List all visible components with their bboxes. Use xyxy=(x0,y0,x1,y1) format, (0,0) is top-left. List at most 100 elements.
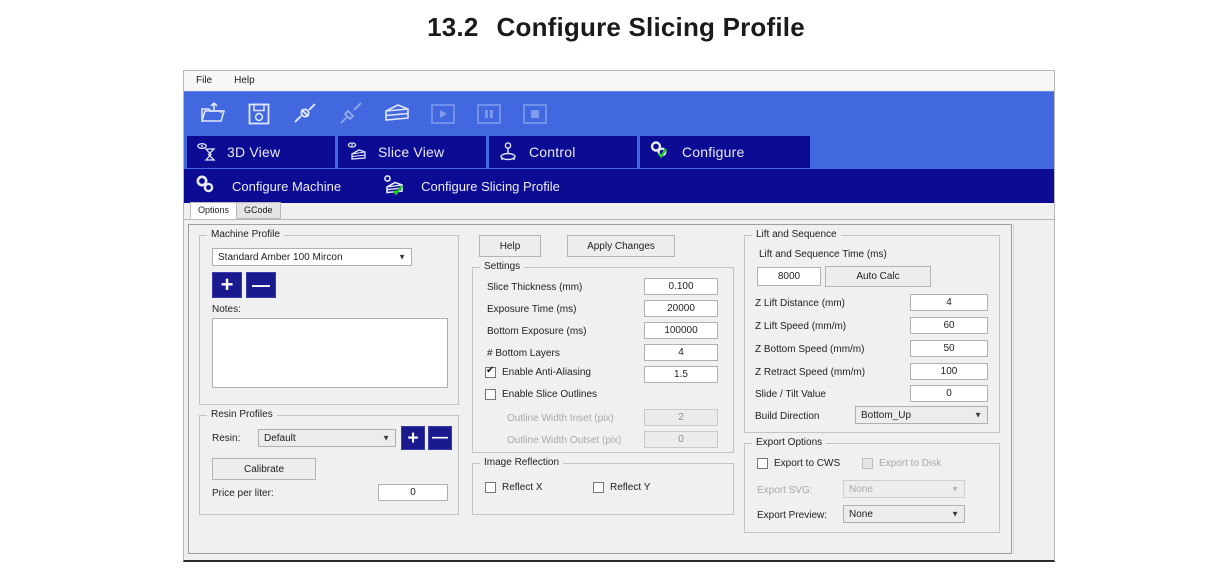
enable-anti-aliasing-checkbox[interactable]: Enable Anti-Aliasing xyxy=(485,365,591,378)
machine-profile-title: Machine Profile xyxy=(207,229,284,240)
bottom-exposure-label: Bottom Exposure (ms) xyxy=(487,326,587,337)
notes-textarea[interactable] xyxy=(212,318,448,388)
machine-profile-select[interactable]: Standard Amber 100 Mircon ▼ xyxy=(212,248,412,266)
apply-changes-button[interactable]: Apply Changes xyxy=(567,235,675,257)
remove-machine-profile-button[interactable]: — xyxy=(246,272,276,298)
checkbox-box xyxy=(485,389,496,400)
exposure-time-input[interactable]: 20000 xyxy=(644,300,718,317)
export-to-disk-checkbox: Export to Disk xyxy=(862,458,941,469)
play-icon[interactable] xyxy=(422,95,464,133)
application-window: File Help 3D View Slice View Control Con… xyxy=(183,70,1055,562)
export-options-title: Export Options xyxy=(752,437,827,448)
lift-sequence-time-input[interactable]: 8000 xyxy=(757,267,821,286)
tab-slice-view[interactable]: Slice View xyxy=(338,136,486,168)
slide-tilt-value-label: Slide / Tilt Value xyxy=(755,389,826,400)
3d-view-icon xyxy=(197,143,216,161)
bottom-layers-value: 4 xyxy=(678,347,684,358)
bottom-exposure-input[interactable]: 100000 xyxy=(644,322,718,339)
z-lift-speed-input[interactable]: 60 xyxy=(910,317,988,334)
checkbox-box xyxy=(757,458,768,469)
export-svg-value: None xyxy=(849,483,873,495)
slide-tilt-value: 0 xyxy=(946,388,952,399)
anti-aliasing-value: 1.5 xyxy=(674,369,688,380)
tab-control-label: Control xyxy=(529,144,576,160)
resin-select[interactable]: Default ▼ xyxy=(258,429,396,447)
subnav-configure-slicing-profile[interactable]: Configure Slicing Profile xyxy=(381,174,594,198)
reflect-x-label: Reflect X xyxy=(502,482,543,493)
subnav-configure-slicing-profile-label: Configure Slicing Profile xyxy=(421,178,560,194)
resin-profiles-title: Resin Profiles xyxy=(207,409,277,420)
add-resin-button[interactable]: + xyxy=(401,426,425,450)
open-folder-icon[interactable] xyxy=(192,95,234,133)
plug-connect-icon[interactable] xyxy=(284,95,326,133)
bottom-layers-input[interactable]: 4 xyxy=(644,344,718,361)
price-per-liter-input[interactable]: 0 xyxy=(378,484,448,501)
menu-item-file[interactable]: File xyxy=(196,75,212,86)
stop-icon[interactable] xyxy=(514,95,556,133)
export-to-cws-checkbox[interactable]: Export to CWS xyxy=(757,458,840,469)
chevron-down-icon: ▼ xyxy=(382,433,390,443)
outline-width-inset-value: 2 xyxy=(678,412,684,423)
export-preview-select[interactable]: None ▼ xyxy=(843,505,965,523)
layers-slice-icon[interactable] xyxy=(376,95,418,133)
build-direction-select[interactable]: Bottom_Up ▼ xyxy=(855,406,988,424)
outline-width-inset-input[interactable]: 2 xyxy=(644,409,718,426)
tab-3d-view[interactable]: 3D View xyxy=(187,136,335,168)
price-per-liter-value: 0 xyxy=(410,487,416,498)
resin-label: Resin: xyxy=(212,433,241,444)
reflect-y-checkbox[interactable]: Reflect Y xyxy=(593,482,650,493)
lift-and-sequence-group: Lift and Sequence Lift and Sequence Time… xyxy=(744,229,1000,433)
floppy-save-icon[interactable] xyxy=(238,95,280,133)
auto-calc-button[interactable]: Auto Calc xyxy=(825,266,931,287)
image-reflection-title: Image Reflection xyxy=(480,457,564,468)
slice-thickness-input[interactable]: 0.100 xyxy=(644,278,718,295)
tab-configure[interactable]: Configure xyxy=(640,136,810,168)
pause-icon[interactable] xyxy=(468,95,510,133)
tab-slice-view-label: Slice View xyxy=(378,144,445,160)
z-retract-speed-input[interactable]: 100 xyxy=(910,363,988,380)
tab-control[interactable]: Control xyxy=(489,136,637,168)
subnav-configure-machine-label: Configure Machine xyxy=(232,178,342,194)
joystick-icon xyxy=(500,142,516,161)
minus-icon: — xyxy=(252,275,270,295)
help-button[interactable]: Help xyxy=(479,235,541,257)
toolbar xyxy=(184,91,1054,135)
add-machine-profile-button[interactable]: + xyxy=(212,272,242,298)
outline-width-outset-value: 0 xyxy=(678,434,684,445)
resin-select-value: Default xyxy=(264,432,296,444)
tab-gcode[interactable]: GCode xyxy=(236,202,281,219)
price-per-liter-label: Price per liter: xyxy=(212,488,274,499)
help-button-label: Help xyxy=(499,240,521,252)
enable-slice-outlines-checkbox[interactable]: Enable Slice Outlines xyxy=(485,389,597,400)
reflect-x-checkbox[interactable]: Reflect X xyxy=(485,482,543,493)
plug-disconnect-icon[interactable] xyxy=(330,95,372,133)
anti-aliasing-value-input[interactable]: 1.5 xyxy=(644,366,718,383)
outline-width-outset-label: Outline Width Outset (pix) xyxy=(507,435,622,446)
bottom-exposure-value: 100000 xyxy=(664,325,698,336)
export-to-disk-label: Export to Disk xyxy=(879,458,942,469)
lift-sequence-time-label: Lift and Sequence Time (ms) xyxy=(759,249,887,260)
checkbox-box xyxy=(862,458,873,469)
z-lift-speed-label: Z Lift Speed (mm/m) xyxy=(755,321,847,332)
z-bottom-speed-input[interactable]: 50 xyxy=(910,340,988,357)
export-svg-select: None ▼ xyxy=(843,480,965,498)
export-to-cws-label: Export to CWS xyxy=(774,458,841,469)
gears-check-icon xyxy=(650,141,667,159)
machine-profile-select-value: Standard Amber 100 Mircon xyxy=(218,251,343,263)
tab-options[interactable]: Options xyxy=(190,202,238,219)
remove-resin-button[interactable]: — xyxy=(428,426,452,450)
settings-title: Settings xyxy=(480,261,525,272)
calibrate-button[interactable]: Calibrate xyxy=(212,458,316,480)
export-options-group: Export Options Export to CWS Export to D… xyxy=(744,437,1000,533)
bottom-layers-label: # Bottom Layers xyxy=(487,348,560,359)
slide-tilt-value-input[interactable]: 0 xyxy=(910,385,988,402)
slice-profile-check-icon xyxy=(384,175,404,196)
resin-profiles-group: Resin Profiles Resin: Default ▼ + — Cali… xyxy=(199,409,459,515)
z-lift-distance-input[interactable]: 4 xyxy=(910,294,988,311)
menu-item-help[interactable]: Help xyxy=(234,75,255,86)
export-svg-label: Export SVG: xyxy=(757,485,813,496)
page-title: 13.2 Configure Slicing Profile xyxy=(0,12,1232,43)
settings-group: Settings Slice Thickness (mm) 0.100 Expo… xyxy=(472,261,734,453)
subnav-configure-machine[interactable]: Configure Machine xyxy=(194,174,381,198)
outline-width-outset-input[interactable]: 0 xyxy=(644,431,718,448)
